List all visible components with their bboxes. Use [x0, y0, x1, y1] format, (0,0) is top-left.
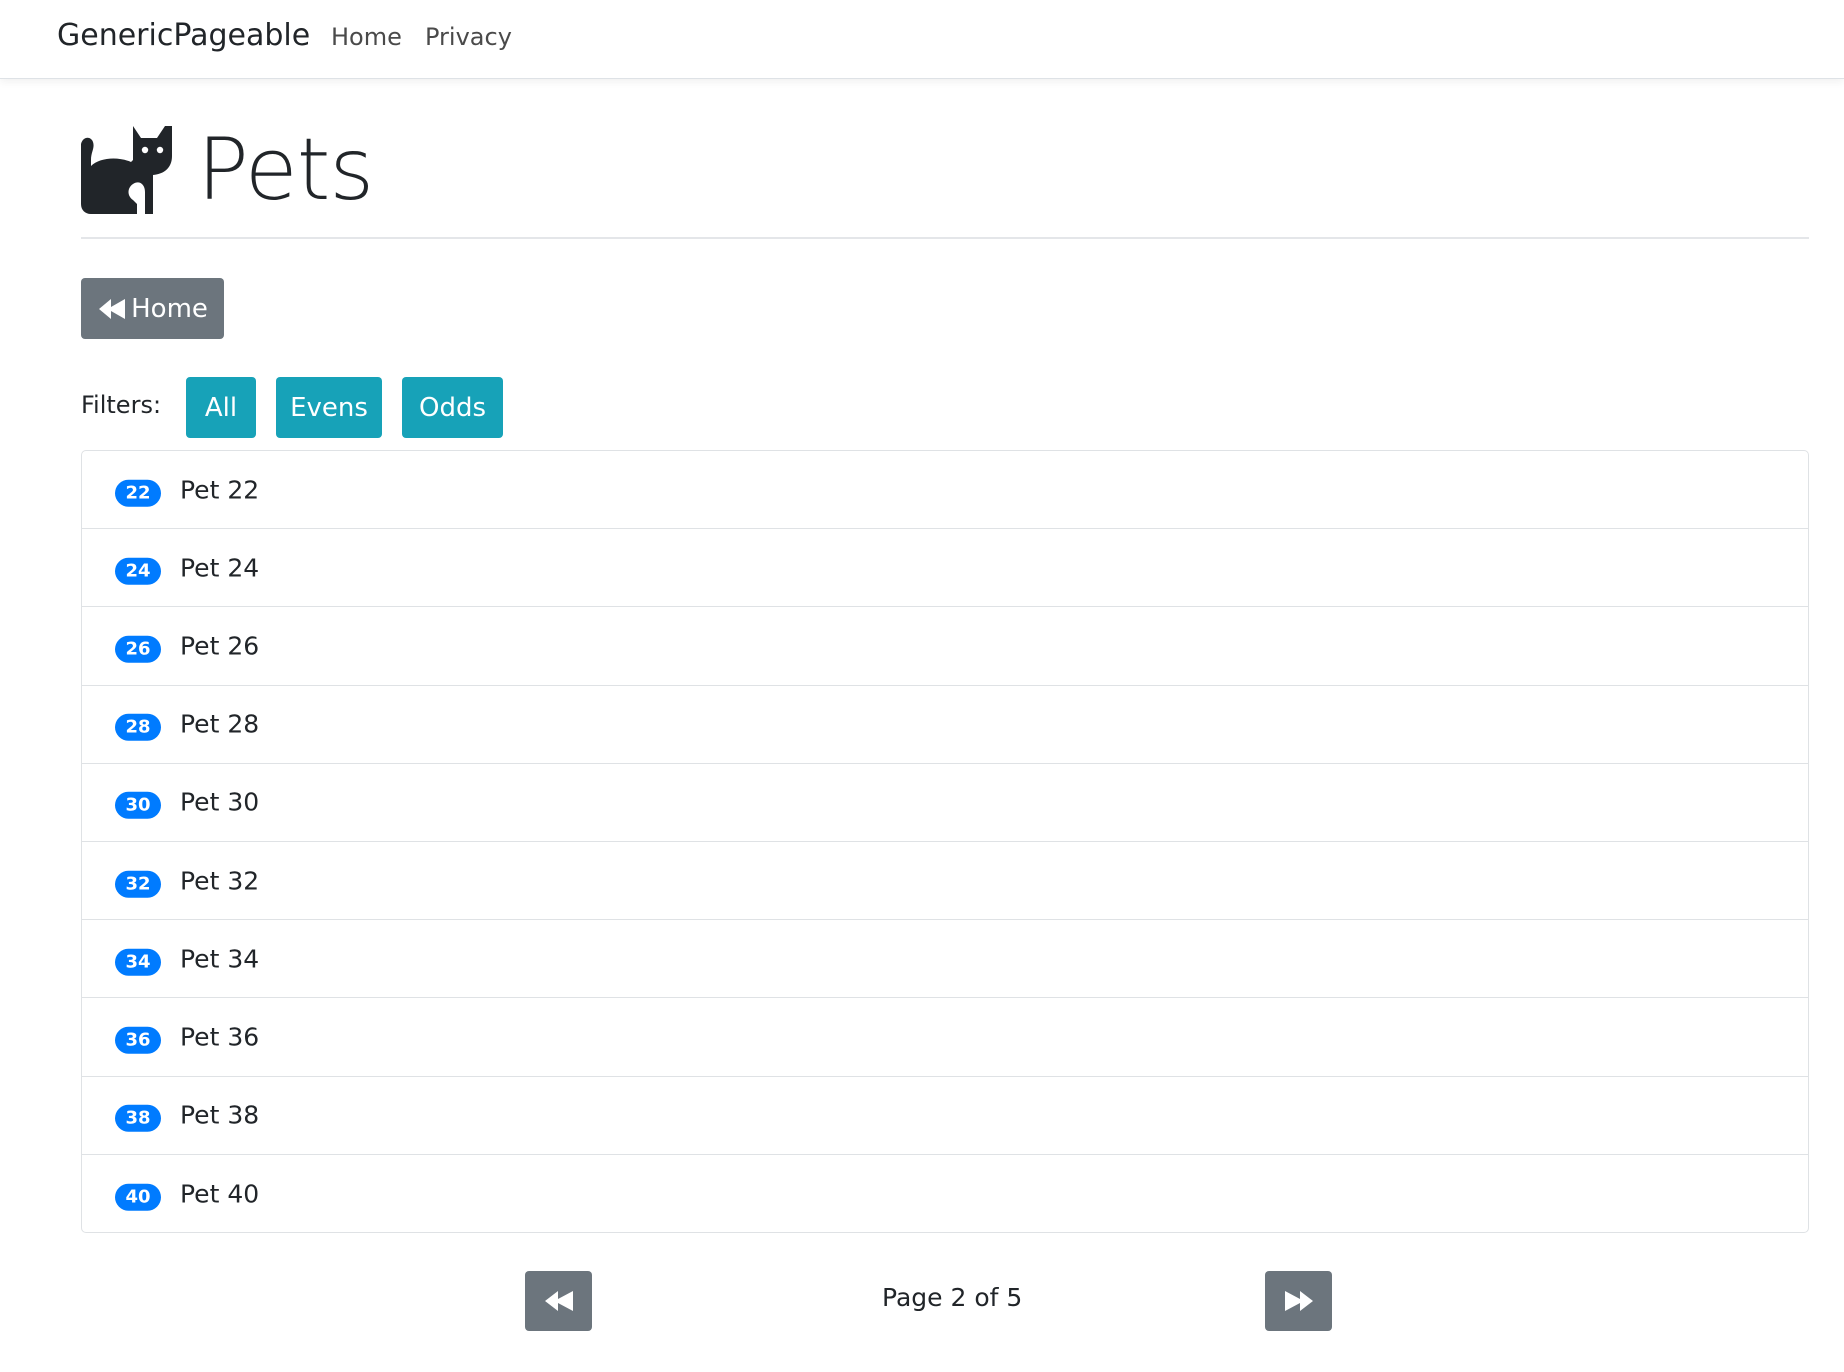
- list-item[interactable]: 24 Pet 24: [82, 529, 1808, 608]
- backward-icon: [544, 1291, 573, 1311]
- list-item[interactable]: 36 Pet 36: [82, 998, 1808, 1077]
- pet-id-badge: 34: [115, 948, 161, 976]
- pet-id-badge: 36: [115, 1026, 161, 1054]
- pet-name: Pet 30: [180, 787, 260, 817]
- brand-link[interactable]: GenericPageable: [57, 18, 310, 54]
- pet-name: Pet 24: [180, 553, 260, 583]
- list-item[interactable]: 30 Pet 30: [82, 764, 1808, 842]
- pet-id-badge: 28: [115, 713, 161, 741]
- home-button-label: Home: [131, 293, 208, 324]
- backward-icon: [99, 298, 126, 319]
- filter-evens-button[interactable]: Evens: [276, 377, 382, 438]
- pet-name: Pet 40: [180, 1179, 260, 1209]
- home-button[interactable]: Home: [81, 278, 224, 339]
- pet-list: 22 Pet 22 24 Pet 24 26 Pet 26 28 Pet 28 …: [81, 450, 1809, 1233]
- pet-name: Pet 36: [180, 1022, 260, 1052]
- next-page-button[interactable]: [1265, 1271, 1332, 1331]
- list-item[interactable]: 28 Pet 28: [82, 686, 1808, 764]
- pet-name: Pet 22: [180, 475, 260, 505]
- filter-odds-button[interactable]: Odds: [402, 377, 503, 438]
- list-item[interactable]: 34 Pet 34: [82, 920, 1808, 999]
- page-title: Pets: [197, 120, 374, 220]
- list-item[interactable]: 32 Pet 32: [82, 842, 1808, 921]
- title-divider: [81, 237, 1809, 239]
- cat-icon: [81, 126, 172, 214]
- list-item[interactable]: 22 Pet 22: [82, 451, 1808, 530]
- pet-id-badge: 38: [115, 1104, 161, 1132]
- nav-link-home[interactable]: Home: [331, 22, 402, 52]
- pet-name: Pet 26: [180, 631, 260, 661]
- pet-name: Pet 34: [180, 944, 260, 974]
- pet-id-badge: 40: [115, 1183, 161, 1211]
- page-indicator: Page 2 of 5: [882, 1283, 1023, 1312]
- previous-page-button[interactable]: [525, 1271, 592, 1331]
- page-header: Pets: [81, 120, 374, 220]
- pet-id-badge: 30: [115, 792, 161, 820]
- top-navbar: GenericPageable Home Privacy: [0, 0, 1844, 79]
- filter-all-button[interactable]: All: [186, 377, 256, 438]
- list-item[interactable]: 26 Pet 26: [82, 607, 1808, 686]
- list-item[interactable]: 38 Pet 38: [82, 1077, 1808, 1155]
- pet-id-badge: 24: [115, 557, 161, 585]
- filters-label: Filters:: [81, 391, 162, 419]
- forward-icon: [1284, 1291, 1313, 1311]
- list-item[interactable]: 40 Pet 40: [82, 1155, 1808, 1232]
- pet-name: Pet 32: [180, 866, 260, 896]
- pet-name: Pet 28: [180, 709, 260, 739]
- pet-id-badge: 26: [115, 635, 161, 663]
- pet-id-badge: 32: [115, 870, 161, 898]
- nav-link-privacy[interactable]: Privacy: [425, 22, 512, 52]
- pet-name: Pet 38: [180, 1100, 260, 1130]
- pet-id-badge: 22: [115, 479, 161, 507]
